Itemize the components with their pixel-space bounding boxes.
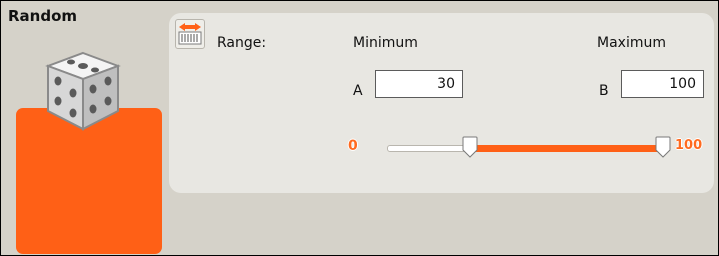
range-icon[interactable] xyxy=(175,19,205,49)
slider-min-label: 0 xyxy=(348,138,358,154)
b-label: B xyxy=(599,83,609,99)
slider-max-label: 100 xyxy=(675,138,703,153)
range-icon-graphic xyxy=(178,23,202,45)
minimum-input[interactable]: 30 xyxy=(375,70,463,98)
block-title: Random xyxy=(8,7,78,25)
maximum-label: Maximum xyxy=(597,35,666,51)
random-block-config: Random Range: Minimum Maximum A 30 B 100… xyxy=(0,0,719,256)
range-label: Range: xyxy=(217,35,267,51)
range-slider-fill xyxy=(470,145,664,152)
range-slider-min-thumb[interactable] xyxy=(462,136,478,158)
minimum-label: Minimum xyxy=(353,35,418,51)
a-label: A xyxy=(353,83,363,99)
block-preview: Random xyxy=(1,1,167,255)
range-slider-max-thumb[interactable] xyxy=(655,136,671,158)
maximum-input[interactable]: 100 xyxy=(621,70,704,98)
range-settings-panel: Range: Minimum Maximum A 30 B 100 0 100 xyxy=(169,13,714,193)
range-slider-track[interactable] xyxy=(387,145,665,152)
dice-icon xyxy=(45,51,121,131)
